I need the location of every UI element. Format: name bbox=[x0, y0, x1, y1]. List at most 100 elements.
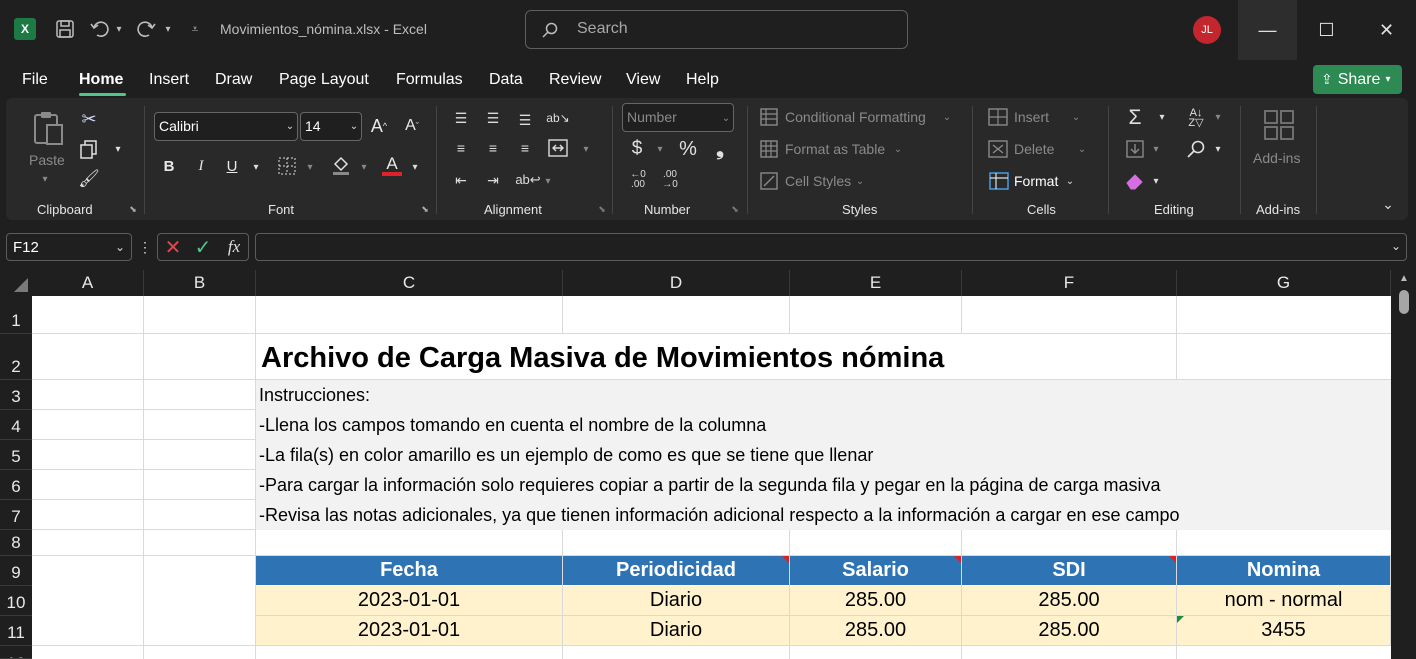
table-header-periodicidad[interactable]: Periodicidad bbox=[563, 556, 790, 585]
add-ins-button-label[interactable]: Add-ins bbox=[1253, 150, 1300, 166]
format-painter-icon[interactable]: 🖌 bbox=[78, 168, 100, 190]
table-header-nomina[interactable]: Nomina bbox=[1177, 556, 1391, 585]
comment-indicator-icon[interactable] bbox=[1169, 556, 1176, 563]
find-select-dropdown-icon[interactable]: ▾ bbox=[1212, 142, 1224, 156]
fill-color-icon[interactable] bbox=[330, 153, 352, 177]
avatar[interactable]: JL bbox=[1193, 16, 1221, 44]
vertical-scrollbar[interactable] bbox=[1391, 270, 1416, 659]
table-cell[interactable]: 2023-01-01 bbox=[256, 586, 563, 616]
fill-color-dropdown-icon[interactable]: ▾ bbox=[358, 160, 370, 174]
tab-insert[interactable]: Insert bbox=[149, 71, 189, 89]
number-format-select[interactable]: Number bbox=[622, 103, 734, 132]
tab-draw[interactable]: Draw bbox=[215, 71, 252, 89]
maximize-button[interactable]: ☐ bbox=[1297, 0, 1356, 60]
clear-icon[interactable] bbox=[1124, 170, 1146, 192]
cancel-entry-icon[interactable]: ✕ bbox=[163, 236, 183, 259]
italic-icon[interactable]: I bbox=[192, 156, 210, 176]
conditional-formatting-dropdown-icon[interactable]: ⌄ bbox=[942, 110, 952, 124]
tab-page-layout[interactable]: Page Layout bbox=[279, 71, 369, 89]
row-header-1[interactable]: 1 bbox=[0, 296, 32, 334]
decrease-font-size-icon[interactable]: Aˇ bbox=[401, 114, 423, 138]
table-header-sdi[interactable]: SDI bbox=[962, 556, 1177, 585]
underline-icon[interactable]: U bbox=[223, 156, 241, 176]
table-cell[interactable]: 285.00 bbox=[962, 616, 1177, 646]
insert-cells-label[interactable]: Insert bbox=[1014, 109, 1049, 125]
save-icon[interactable] bbox=[54, 18, 76, 40]
sort-filter-icon[interactable]: A↓ Z▽ bbox=[1184, 106, 1208, 130]
table-cell[interactable]: 285.00 bbox=[790, 586, 962, 616]
paste-label[interactable]: Paste bbox=[29, 152, 65, 168]
table-cell[interactable]: Diario bbox=[563, 616, 790, 646]
font-color-dropdown-icon[interactable]: ▾ bbox=[409, 160, 421, 174]
formula-input[interactable] bbox=[255, 233, 1407, 261]
column-header-a[interactable]: A bbox=[32, 270, 144, 296]
autosum-dropdown-icon[interactable]: ▾ bbox=[1156, 110, 1168, 124]
delete-cells-icon[interactable] bbox=[988, 139, 1008, 159]
redo-dropdown-icon[interactable]: ▾ bbox=[162, 20, 174, 38]
column-header-e[interactable]: E bbox=[790, 270, 962, 296]
number-launcher-icon[interactable]: ⬊ bbox=[730, 204, 740, 214]
increase-indent-icon[interactable]: ⇥ bbox=[482, 170, 504, 190]
tab-help[interactable]: Help bbox=[686, 71, 719, 89]
autosum-icon[interactable]: Σ bbox=[1124, 106, 1146, 130]
table-cell[interactable]: 285.00 bbox=[790, 616, 962, 646]
merge-center-icon[interactable] bbox=[546, 136, 570, 160]
row-header-8[interactable]: 8 bbox=[0, 530, 32, 556]
tab-view[interactable]: View bbox=[626, 71, 660, 89]
font-name-select[interactable]: Calibri bbox=[154, 112, 298, 141]
align-left-icon[interactable]: ≡ bbox=[450, 138, 472, 158]
row-header-11[interactable]: 11 bbox=[0, 616, 32, 646]
table-cell[interactable]: 3455 bbox=[1177, 616, 1391, 646]
column-header-d[interactable]: D bbox=[563, 270, 790, 296]
format-as-table-icon[interactable] bbox=[759, 139, 779, 159]
undo-dropdown-icon[interactable]: ▾ bbox=[113, 20, 125, 38]
accounting-format-icon[interactable]: $ bbox=[626, 138, 648, 160]
paste-icon[interactable] bbox=[30, 108, 66, 148]
expand-formula-bar-chevron-down-icon[interactable]: ⌄ bbox=[1388, 238, 1404, 254]
table-cell[interactable]: 2023-01-01 bbox=[256, 616, 563, 646]
tab-formulas[interactable]: Formulas bbox=[396, 71, 463, 89]
orientation-icon[interactable]: ab↘ bbox=[546, 106, 570, 130]
insert-cells-icon[interactable] bbox=[988, 107, 1008, 127]
table-cell[interactable]: nom - normal bbox=[1177, 586, 1391, 616]
row-header-5[interactable]: 5 bbox=[0, 440, 32, 470]
table-header-salario[interactable]: Salario bbox=[790, 556, 962, 585]
fill-dropdown-icon[interactable]: ▾ bbox=[1150, 142, 1162, 156]
row-header-6[interactable]: 6 bbox=[0, 470, 32, 500]
bottom-align-icon[interactable]: ☰ bbox=[514, 110, 536, 130]
cell-styles-icon[interactable] bbox=[759, 171, 779, 191]
copy-dropdown-icon[interactable]: ▾ bbox=[112, 142, 124, 156]
tab-review[interactable]: Review bbox=[549, 71, 601, 89]
insert-cells-dropdown-icon[interactable]: ⌄ bbox=[1070, 110, 1082, 124]
tab-home[interactable]: Home bbox=[79, 71, 123, 89]
clipboard-launcher-icon[interactable]: ⬊ bbox=[128, 204, 138, 214]
column-header-b[interactable]: B bbox=[144, 270, 256, 296]
tab-file[interactable]: File bbox=[22, 71, 48, 89]
cell-styles-dropdown-icon[interactable]: ⌄ bbox=[855, 174, 865, 188]
delete-cells-label[interactable]: Delete bbox=[1014, 141, 1054, 157]
merge-dropdown-icon[interactable]: ▾ bbox=[580, 142, 592, 156]
conditional-formatting-label[interactable]: Conditional Formatting bbox=[785, 109, 926, 125]
customize-toolbar-icon[interactable]: ⩡ bbox=[186, 20, 204, 38]
redo-icon[interactable] bbox=[136, 18, 158, 40]
conditional-formatting-icon[interactable] bbox=[759, 107, 779, 127]
align-center-icon[interactable]: ≡ bbox=[482, 138, 504, 158]
column-header-g[interactable]: G bbox=[1177, 270, 1391, 296]
paste-dropdown-icon[interactable]: ▾ bbox=[38, 172, 52, 186]
borders-dropdown-icon[interactable]: ▾ bbox=[304, 160, 316, 174]
wrap-dropdown-icon[interactable]: ▾ bbox=[542, 174, 554, 188]
increase-font-size-icon[interactable]: A ^ bbox=[368, 114, 390, 138]
error-indicator-icon[interactable] bbox=[1177, 616, 1185, 624]
format-cells-label[interactable]: Format bbox=[1014, 173, 1058, 189]
table-header-fecha[interactable]: Fecha bbox=[256, 556, 563, 585]
decrease-indent-icon[interactable]: ⇤ bbox=[450, 170, 472, 190]
wrap-text-icon[interactable]: ab↩ bbox=[514, 168, 542, 192]
increase-decimal-icon[interactable]: ←0.00 bbox=[626, 168, 650, 192]
column-header-f[interactable]: F bbox=[962, 270, 1177, 296]
name-box-chevron-down-icon[interactable]: ⌄ bbox=[112, 239, 128, 255]
row-header-10[interactable]: 10 bbox=[0, 586, 32, 616]
row-header-12[interactable]: 12 bbox=[0, 646, 32, 659]
clear-dropdown-icon[interactable]: ▾ bbox=[1150, 174, 1162, 188]
row-header-4[interactable]: 4 bbox=[0, 410, 32, 440]
insert-function-icon[interactable]: fx bbox=[222, 236, 246, 258]
